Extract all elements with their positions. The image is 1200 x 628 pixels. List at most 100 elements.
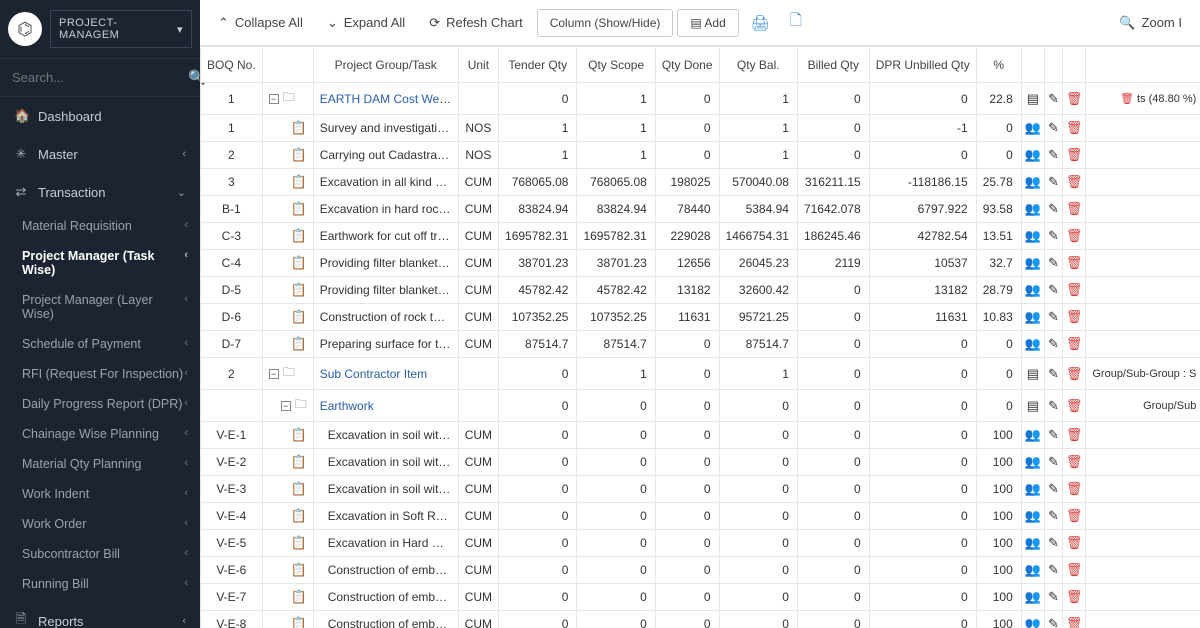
edit-icon[interactable]: ✎ xyxy=(1044,196,1062,223)
delete-icon[interactable]: 🗑 xyxy=(1062,422,1086,449)
nav-transaction[interactable]: ⇄Transaction ⌄ xyxy=(0,173,200,211)
delete-icon[interactable]: 🗑 xyxy=(1062,503,1086,530)
col-task[interactable]: Project Group/Task xyxy=(313,47,458,83)
col-tender[interactable]: Tender Qty xyxy=(499,47,577,83)
edit-icon[interactable]: ✎ xyxy=(1044,250,1062,277)
delete-icon[interactable]: 🗑 xyxy=(1062,584,1086,611)
assign-icon[interactable]: 👥 xyxy=(1021,503,1044,530)
assign-icon[interactable]: 👥 xyxy=(1021,277,1044,304)
col-pct[interactable]: % xyxy=(976,47,1021,83)
col-done[interactable]: Qty Done xyxy=(655,47,719,83)
edit-icon[interactable]: ✎ xyxy=(1044,331,1062,358)
edit-icon[interactable]: ✎ xyxy=(1044,304,1062,331)
edit-icon[interactable]: ✎ xyxy=(1044,422,1062,449)
edit-icon[interactable]: ✎ xyxy=(1044,611,1062,628)
edit-icon[interactable]: ✎ xyxy=(1044,390,1062,422)
delete-icon[interactable]: 🗑 xyxy=(1062,358,1086,390)
task-cell[interactable]: Construction of embankment xyxy=(313,584,458,611)
task-cell[interactable]: Earthwork for cut off trench fillin xyxy=(313,223,458,250)
sidebar-item-subcontractor-bill[interactable]: Subcontractor Bill‹ xyxy=(0,539,200,569)
edit-icon[interactable]: ✎ xyxy=(1044,557,1062,584)
col-billed[interactable]: Billed Qty xyxy=(797,47,869,83)
assign-icon[interactable]: 👥 xyxy=(1021,584,1044,611)
edit-icon[interactable]: ✎ xyxy=(1044,476,1062,503)
delete-icon[interactable]: 🗑 xyxy=(1062,476,1086,503)
assign-icon[interactable]: 👥 xyxy=(1021,250,1044,277)
task-cell[interactable]: Carrying out Cadastral survey fo xyxy=(313,142,458,169)
sidebar-item-daily-progress-report-dpr-[interactable]: Daily Progress Report (DPR)‹ xyxy=(0,389,200,419)
nav-dashboard[interactable]: 🏠Dashboard xyxy=(0,97,200,135)
detail-icon[interactable]: ▤ xyxy=(1021,390,1044,422)
detail-icon[interactable]: ▤ xyxy=(1021,83,1044,115)
task-cell[interactable]: Excavation in soil with hydra xyxy=(313,422,458,449)
edit-icon[interactable]: ✎ xyxy=(1044,503,1062,530)
delete-icon[interactable]: 🗑 xyxy=(1062,530,1086,557)
sidebar-item-work-indent[interactable]: Work Indent‹ xyxy=(0,479,200,509)
tree-cell[interactable]: − 🗀 xyxy=(262,390,313,422)
search-input[interactable] xyxy=(12,70,188,85)
edit-icon[interactable]: ✎ xyxy=(1044,584,1062,611)
task-cell[interactable]: Sub Contractor Item xyxy=(313,358,458,390)
delete-icon[interactable]: 🗑 xyxy=(1062,277,1086,304)
task-cell[interactable]: Providing filter blanket horizonta xyxy=(313,277,458,304)
task-cell[interactable]: Excavation in Soft Rock with xyxy=(313,503,458,530)
assign-icon[interactable]: 👥 xyxy=(1021,142,1044,169)
edit-icon[interactable]: ✎ xyxy=(1044,83,1062,115)
expand-all-button[interactable]: ⌄Expand All xyxy=(317,9,415,37)
delete-icon[interactable]: 🗑 xyxy=(1062,557,1086,584)
delete-icon[interactable]: 🗑 xyxy=(1062,304,1086,331)
task-cell[interactable]: EARTH DAM Cost Weight xyxy=(313,83,458,115)
delete-icon[interactable]: 🗑 xyxy=(1062,196,1086,223)
sidebar-item-chainage-wise-planning[interactable]: Chainage Wise Planning‹ xyxy=(0,419,200,449)
task-cell[interactable]: Excavation in hard rock of all to xyxy=(313,196,458,223)
sidebar-item-work-order[interactable]: Work Order‹ xyxy=(0,509,200,539)
sidebar-item-schedule-of-payment[interactable]: Schedule of Payment‹ xyxy=(0,329,200,359)
task-cell[interactable]: Survey and investigation, drilling xyxy=(313,115,458,142)
refresh-chart-button[interactable]: ⟳Refesh Chart xyxy=(419,9,533,37)
tree-cell[interactable]: − 🗀 xyxy=(262,83,313,115)
delete-icon[interactable]: 🗑 xyxy=(1062,250,1086,277)
assign-icon[interactable]: 👥 xyxy=(1021,449,1044,476)
assign-icon[interactable]: 👥 xyxy=(1021,304,1044,331)
sidebar-item-material-requisition[interactable]: Material Requisition‹ xyxy=(0,211,200,241)
collapse-icon[interactable]: − xyxy=(281,401,291,411)
task-cell[interactable]: Providing filter blanket horizonta xyxy=(313,250,458,277)
task-cell[interactable]: Excavation in Hard Rock with xyxy=(313,530,458,557)
assign-icon[interactable]: 👥 xyxy=(1021,557,1044,584)
edit-icon[interactable]: ✎ xyxy=(1044,358,1062,390)
edit-icon[interactable]: ✎ xyxy=(1044,142,1062,169)
assign-icon[interactable]: 👥 xyxy=(1021,476,1044,503)
task-cell[interactable]: Construction of rock toe in earth xyxy=(313,304,458,331)
assign-icon[interactable]: 👥 xyxy=(1021,331,1044,358)
edit-icon[interactable]: ✎ xyxy=(1044,530,1062,557)
delete-icon[interactable]: 🗑 xyxy=(1062,115,1086,142)
sidebar-item-project-manager-layer-wise-[interactable]: Project Manager (Layer Wise)‹ xyxy=(0,285,200,329)
delete-icon[interactable]: 🗑 xyxy=(1062,223,1086,250)
sidebar-item-project-manager-task-wise-[interactable]: Project Manager (Task Wise)‹ xyxy=(0,241,200,285)
column-toggle-button[interactable]: Column (Show/Hide) xyxy=(537,9,674,37)
delete-icon[interactable]: 🗑 xyxy=(1062,169,1086,196)
project-selector[interactable]: PROJECT-MANAGEM ▾ xyxy=(50,10,192,48)
assign-icon[interactable]: 👥 xyxy=(1021,169,1044,196)
assign-icon[interactable]: 👥 xyxy=(1021,611,1044,628)
col-bal[interactable]: Qty Bal. xyxy=(719,47,797,83)
edit-icon[interactable]: ✎ xyxy=(1044,223,1062,250)
assign-icon[interactable]: 👥 xyxy=(1021,530,1044,557)
delete-icon[interactable]: 🗑 xyxy=(1120,93,1134,105)
collapse-icon[interactable]: − xyxy=(269,369,279,379)
col-unit[interactable]: Unit xyxy=(458,47,498,83)
nav-master[interactable]: ✳Master ‹ xyxy=(0,135,200,173)
col-scope[interactable]: Qty Scope xyxy=(577,47,655,83)
collapse-icon[interactable]: − xyxy=(269,94,279,104)
task-cell[interactable]: Construction of embankment xyxy=(313,611,458,628)
tree-cell[interactable]: − 🗀 xyxy=(262,358,313,390)
task-cell[interactable]: Earthwork xyxy=(313,390,458,422)
document-icon[interactable]: 🗋 xyxy=(782,6,810,39)
delete-icon[interactable]: 🗑 xyxy=(1062,83,1086,115)
zoom-button[interactable]: 🔍Zoom I xyxy=(1109,9,1192,37)
edit-icon[interactable]: ✎ xyxy=(1044,115,1062,142)
detail-icon[interactable]: ▤ xyxy=(1021,358,1044,390)
sidebar-item-material-qty-planning[interactable]: Material Qty Planning‹ xyxy=(0,449,200,479)
sidebar-item-running-bill[interactable]: Running Bill‹ xyxy=(0,569,200,599)
task-cell[interactable]: Excavation in soil with hydra xyxy=(313,449,458,476)
